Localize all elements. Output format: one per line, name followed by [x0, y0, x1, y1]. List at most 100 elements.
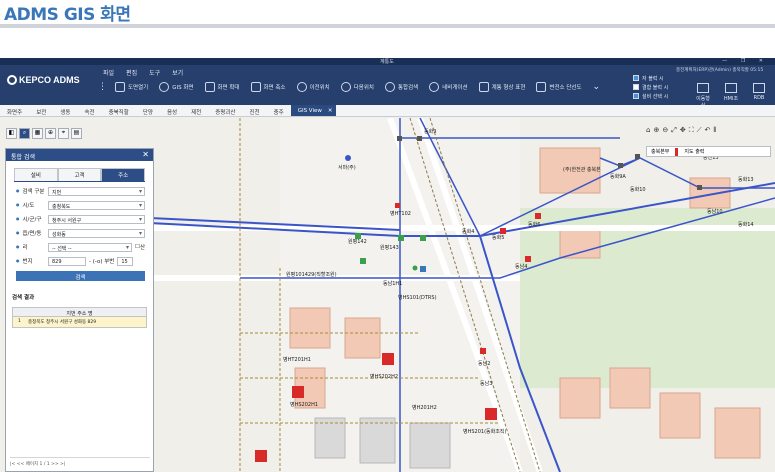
tab-region-5[interactable]: 충북직할	[102, 105, 136, 116]
tab-region-8[interactable]: 제천	[184, 105, 208, 116]
gis-view-button[interactable]: GIS 화면	[159, 82, 194, 92]
map-label: 병HS202H1	[290, 402, 319, 408]
dong-select[interactable]: 성화동	[48, 228, 145, 238]
layer-icon: ◧	[8, 129, 15, 136]
point-marker	[345, 155, 351, 161]
menu-file[interactable]: 파일	[103, 68, 114, 77]
building	[559, 377, 601, 419]
tab-region-3[interactable]: 생동	[53, 105, 77, 116]
user-info: 충전계획처(ERP)관(Admin) 충북직할 05:15	[676, 68, 764, 73]
gis-map[interactable]: 서마(주) 동화9 동화9A 동화10 공천13 동화13 동남10 동화14 …	[0, 118, 775, 472]
tab-region-2[interactable]: 보전	[29, 105, 53, 116]
map-label: 병HT102	[390, 211, 411, 217]
map-label: 동화9	[424, 129, 437, 135]
tab-region-10[interactable]: 진천	[242, 105, 266, 116]
close-tab-icon[interactable]: ✕	[328, 108, 333, 114]
search-icon: ⌕	[22, 129, 27, 136]
measure-tool-button[interactable]: ⌖	[58, 128, 69, 139]
map-label: 동남10	[707, 209, 723, 215]
field-ri: 리 -- 선택 -- ☐ 산	[16, 242, 145, 252]
print-tool-button[interactable]: ▤	[71, 128, 82, 139]
zoom-out-icon[interactable]: ⊖	[662, 126, 668, 135]
check-option-3[interactable]: 설비 선택 시	[633, 93, 668, 102]
tab-region-7[interactable]: 음성	[160, 105, 184, 116]
menu-tools[interactable]: 도구	[149, 68, 160, 77]
pan-icon[interactable]: ✥	[680, 126, 686, 135]
ribbon-toolbar: KEPCO ADMS 파일 편집 도구 보기 ⋮ 도면열기 GIS 화면 화면 …	[0, 65, 775, 109]
layer-button[interactable]: ◧	[6, 128, 17, 139]
map-label: 병HS201(동화조직)	[463, 429, 507, 435]
table-row[interactable]: 1 충청북도 청주시 서원구 성화동 829	[13, 317, 146, 327]
chart-icon: ▦	[34, 129, 41, 136]
substation-diagram-button[interactable]: 변전소 단선도	[536, 82, 582, 92]
building	[289, 307, 331, 349]
zoom-in-icon[interactable]: ⊕	[653, 126, 659, 135]
adms-window: 계통도 — ❐ ✕ KEPCO ADMS 파일 편집 도구 보기 ⋮ 도면열기 …	[0, 58, 775, 472]
building	[659, 392, 701, 439]
tab-region-6[interactable]: 단양	[136, 105, 160, 116]
zoom-in-button[interactable]: 화면 확대	[204, 82, 240, 92]
province-select[interactable]: 충청북도	[48, 200, 145, 210]
open-map-button[interactable]: 도면열기	[115, 82, 148, 92]
pin-icon	[159, 82, 170, 92]
tab-region-4[interactable]: 속전	[77, 105, 101, 116]
breaker-marker	[255, 450, 267, 462]
bars-icon[interactable]: ⦀	[713, 126, 716, 135]
ri-select[interactable]: -- 선택 --	[48, 242, 132, 252]
bunji-main-input[interactable]: 829	[48, 256, 86, 266]
prev-location-button[interactable]: 이전위치	[296, 82, 330, 92]
back-icon[interactable]: ↶	[705, 126, 711, 135]
search-button[interactable]: 검색	[16, 271, 145, 281]
menu-view[interactable]: 보기	[172, 68, 183, 77]
panel-header: 통합 검색 ✕	[6, 149, 153, 161]
close-icon[interactable]: ✕	[142, 150, 149, 159]
home-icon[interactable]: ⌂	[646, 126, 650, 135]
map-label: 동화4	[462, 229, 475, 235]
pole-marker	[697, 185, 702, 190]
window-controls[interactable]: — ❐ ✕	[722, 58, 769, 64]
zoom-tool-button[interactable]: ⊕	[45, 128, 56, 139]
navigation-button[interactable]: 네비게이션	[429, 82, 468, 92]
city-select[interactable]: 청주시 서원구	[48, 214, 145, 224]
substation-icon	[536, 82, 547, 92]
measure-icon[interactable]: ⟋	[697, 126, 702, 135]
layer-selector[interactable]: 충북본부 지도 출력	[646, 146, 771, 157]
map-label: 병HS101(DTRS)	[398, 295, 437, 301]
tab-region-11[interactable]: 충주	[267, 105, 291, 116]
map-label: 동남3	[480, 381, 493, 387]
search-icon	[385, 82, 395, 92]
switch-marker	[398, 235, 404, 241]
select-icon[interactable]: ⛶	[689, 126, 694, 135]
pole-marker	[635, 154, 640, 159]
tab-region-9[interactable]: 증평괴산	[208, 105, 242, 116]
full-extent-icon[interactable]: ⤢	[671, 126, 677, 135]
zoom-out-button[interactable]: 화면 축소	[250, 82, 286, 92]
building	[314, 417, 346, 459]
prev-location-icon	[296, 82, 307, 92]
power-line	[599, 157, 775, 189]
building	[344, 317, 381, 359]
building	[714, 407, 761, 459]
tab-gis-view[interactable]: GIS View ✕	[290, 105, 337, 116]
search-tool-button[interactable]: ⌕	[19, 128, 30, 139]
check-option-1[interactable]: 자 블럭 시	[633, 75, 668, 84]
layer-region: 충북본부	[651, 149, 670, 155]
pagination[interactable]: |< << 페이지 1 / 1 >> >|	[10, 457, 150, 467]
tab-customer[interactable]: 고객	[57, 168, 102, 181]
field-city: 시/군/구 청주시 서원구	[16, 214, 145, 224]
switch-marker	[420, 266, 426, 272]
tab-region-1[interactable]: 화면주	[0, 105, 29, 116]
integrated-search-button[interactable]: 통합검색	[385, 82, 418, 92]
tab-address[interactable]: 주소	[101, 168, 146, 181]
breaker-marker	[480, 348, 486, 354]
expand-chevron-icon[interactable]: ⌄	[593, 82, 601, 92]
bunji-sub-input[interactable]: 15	[117, 256, 134, 266]
next-location-button[interactable]: 다음위치	[340, 82, 374, 92]
menu-edit[interactable]: 편집	[126, 68, 137, 77]
chart-tool-button[interactable]: ▦	[32, 128, 43, 139]
check-option-2[interactable]: 결합 블럭 시	[633, 84, 668, 93]
tab-facility[interactable]: 설비	[14, 168, 58, 181]
search-type-select[interactable]: 지번	[48, 186, 145, 196]
topology-button[interactable]: 계통 형상 표현	[478, 82, 525, 92]
slider-marker-icon[interactable]	[675, 147, 679, 156]
